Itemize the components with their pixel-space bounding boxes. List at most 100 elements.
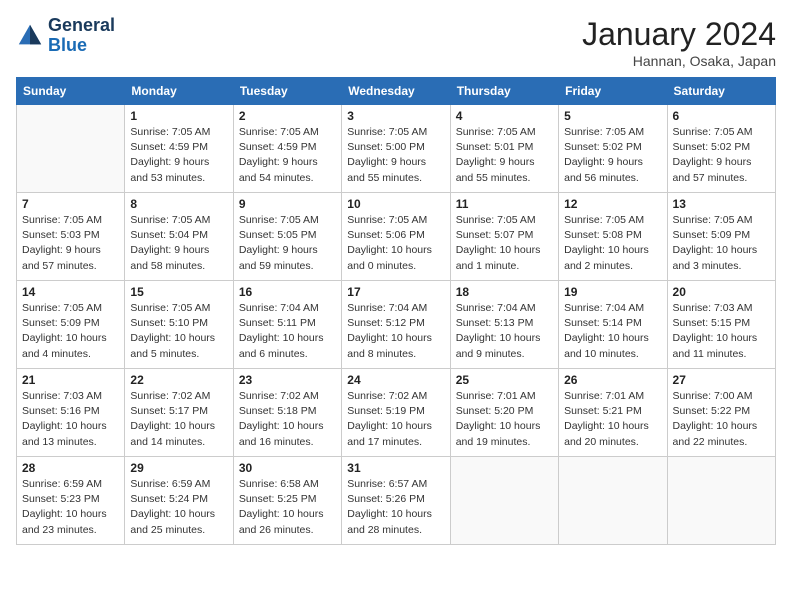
week-row-4: 21 Sunrise: 7:03 AM Sunset: 5:16 PM Dayli… bbox=[17, 369, 776, 457]
calendar-cell bbox=[17, 105, 125, 193]
day-number: 12 bbox=[564, 197, 661, 211]
calendar-cell: 28 Sunrise: 6:59 AM Sunset: 5:23 PM Dayli… bbox=[17, 457, 125, 545]
day-number: 6 bbox=[673, 109, 770, 123]
day-number: 20 bbox=[673, 285, 770, 299]
calendar-cell: 25Sunrise: 7:01 AM Sunset: 5:20 PM Dayli… bbox=[450, 369, 558, 457]
calendar-cell: 1 Sunrise: 7:05 AM Sunset: 4:59 PM Daylig… bbox=[125, 105, 233, 193]
day-info: Sunrise: 6:57 AM Sunset: 5:26 PM Dayligh… bbox=[347, 477, 444, 538]
day-info: Sunrise: 7:02 AM Sunset: 5:19 PM Dayligh… bbox=[347, 389, 444, 450]
col-header-thursday: Thursday bbox=[450, 78, 558, 105]
day-number: 21 bbox=[22, 373, 119, 387]
calendar-cell: 19 Sunrise: 7:04 AM Sunset: 5:14 PM Dayli… bbox=[559, 281, 667, 369]
calendar-cell: 30 Sunrise: 6:58 AM Sunset: 5:25 PM Dayli… bbox=[233, 457, 341, 545]
logo-icon bbox=[16, 22, 44, 50]
calendar-cell: 3 Sunrise: 7:05 AM Sunset: 5:00 PM Daylig… bbox=[342, 105, 450, 193]
logo-text-blue: Blue bbox=[48, 36, 115, 56]
calendar-cell: 16 Sunrise: 7:04 AM Sunset: 5:11 PM Dayli… bbox=[233, 281, 341, 369]
day-number: 3 bbox=[347, 109, 444, 123]
day-number: 11 bbox=[456, 197, 553, 211]
day-info: Sunrise: 7:05 AM Sunset: 5:08 PM Dayligh… bbox=[564, 213, 661, 274]
col-header-tuesday: Tuesday bbox=[233, 78, 341, 105]
week-row-2: 7Sunrise: 7:05 AM Sunset: 5:03 PM Daylig… bbox=[17, 193, 776, 281]
day-info: Sunrise: 7:04 AM Sunset: 5:13 PM Dayligh… bbox=[456, 301, 553, 362]
day-number: 1 bbox=[130, 109, 227, 123]
day-info: Sunrise: 7:05 AM Sunset: 4:59 PM Dayligh… bbox=[130, 125, 227, 186]
calendar-cell: 4Sunrise: 7:05 AM Sunset: 5:01 PM Daylig… bbox=[450, 105, 558, 193]
day-info: Sunrise: 7:05 AM Sunset: 5:05 PM Dayligh… bbox=[239, 213, 336, 274]
col-header-friday: Friday bbox=[559, 78, 667, 105]
day-info: Sunrise: 7:04 AM Sunset: 5:11 PM Dayligh… bbox=[239, 301, 336, 362]
day-info: Sunrise: 7:05 AM Sunset: 5:09 PM Dayligh… bbox=[22, 301, 119, 362]
day-number: 10 bbox=[347, 197, 444, 211]
calendar-cell: 5Sunrise: 7:05 AM Sunset: 5:02 PM Daylig… bbox=[559, 105, 667, 193]
day-number: 13 bbox=[673, 197, 770, 211]
day-info: Sunrise: 6:59 AM Sunset: 5:24 PM Dayligh… bbox=[130, 477, 227, 538]
day-number: 26 bbox=[564, 373, 661, 387]
calendar-cell: 9Sunrise: 7:05 AM Sunset: 5:05 PM Daylig… bbox=[233, 193, 341, 281]
logo-text-general: General bbox=[48, 16, 115, 36]
day-number: 29 bbox=[130, 461, 227, 475]
day-number: 23 bbox=[239, 373, 336, 387]
calendar-cell: 7Sunrise: 7:05 AM Sunset: 5:03 PM Daylig… bbox=[17, 193, 125, 281]
month-title: January 2024 bbox=[582, 16, 776, 53]
day-number: 31 bbox=[347, 461, 444, 475]
day-info: Sunrise: 7:02 AM Sunset: 5:18 PM Dayligh… bbox=[239, 389, 336, 450]
col-header-sunday: Sunday bbox=[17, 78, 125, 105]
calendar-cell: 8 Sunrise: 7:05 AM Sunset: 5:04 PM Daylig… bbox=[125, 193, 233, 281]
day-number: 16 bbox=[239, 285, 336, 299]
day-number: 14 bbox=[22, 285, 119, 299]
calendar-cell: 29 Sunrise: 6:59 AM Sunset: 5:24 PM Dayli… bbox=[125, 457, 233, 545]
day-info: Sunrise: 7:05 AM Sunset: 4:59 PM Dayligh… bbox=[239, 125, 336, 186]
day-number: 4 bbox=[456, 109, 553, 123]
day-number: 19 bbox=[564, 285, 661, 299]
day-info: Sunrise: 7:05 AM Sunset: 5:06 PM Dayligh… bbox=[347, 213, 444, 274]
calendar-table: SundayMondayTuesdayWednesdayThursdayFrid… bbox=[16, 77, 776, 545]
logo: General Blue bbox=[16, 16, 115, 56]
col-header-wednesday: Wednesday bbox=[342, 78, 450, 105]
calendar-cell: 2 Sunrise: 7:05 AM Sunset: 4:59 PM Daylig… bbox=[233, 105, 341, 193]
calendar-cell: 18Sunrise: 7:04 AM Sunset: 5:13 PM Dayli… bbox=[450, 281, 558, 369]
day-info: Sunrise: 7:05 AM Sunset: 5:10 PM Dayligh… bbox=[130, 301, 227, 362]
day-info: Sunrise: 7:05 AM Sunset: 5:09 PM Dayligh… bbox=[673, 213, 770, 274]
calendar-cell: 17 Sunrise: 7:04 AM Sunset: 5:12 PM Dayli… bbox=[342, 281, 450, 369]
calendar-cell bbox=[450, 457, 558, 545]
day-number: 17 bbox=[347, 285, 444, 299]
day-info: Sunrise: 7:05 AM Sunset: 5:07 PM Dayligh… bbox=[456, 213, 553, 274]
day-info: Sunrise: 7:05 AM Sunset: 5:02 PM Dayligh… bbox=[673, 125, 770, 186]
day-number: 2 bbox=[239, 109, 336, 123]
day-number: 22 bbox=[130, 373, 227, 387]
calendar-cell: 24 Sunrise: 7:02 AM Sunset: 5:19 PM Dayli… bbox=[342, 369, 450, 457]
calendar-cell bbox=[559, 457, 667, 545]
day-info: Sunrise: 6:58 AM Sunset: 5:25 PM Dayligh… bbox=[239, 477, 336, 538]
calendar-cell: 23 Sunrise: 7:02 AM Sunset: 5:18 PM Dayli… bbox=[233, 369, 341, 457]
calendar-cell: 13 Sunrise: 7:05 AM Sunset: 5:09 PM Dayli… bbox=[667, 193, 775, 281]
week-row-5: 28 Sunrise: 6:59 AM Sunset: 5:23 PM Dayli… bbox=[17, 457, 776, 545]
calendar-cell bbox=[667, 457, 775, 545]
col-header-saturday: Saturday bbox=[667, 78, 775, 105]
calendar-cell: 26 Sunrise: 7:01 AM Sunset: 5:21 PM Dayli… bbox=[559, 369, 667, 457]
day-info: Sunrise: 7:04 AM Sunset: 5:12 PM Dayligh… bbox=[347, 301, 444, 362]
day-number: 8 bbox=[130, 197, 227, 211]
calendar-cell: 15 Sunrise: 7:05 AM Sunset: 5:10 PM Dayli… bbox=[125, 281, 233, 369]
day-info: Sunrise: 7:05 AM Sunset: 5:04 PM Dayligh… bbox=[130, 213, 227, 274]
day-info: Sunrise: 7:03 AM Sunset: 5:16 PM Dayligh… bbox=[22, 389, 119, 450]
calendar-cell: 27Sunrise: 7:00 AM Sunset: 5:22 PM Dayli… bbox=[667, 369, 775, 457]
day-number: 27 bbox=[673, 373, 770, 387]
day-info: Sunrise: 7:01 AM Sunset: 5:20 PM Dayligh… bbox=[456, 389, 553, 450]
calendar-cell: 31 Sunrise: 6:57 AM Sunset: 5:26 PM Dayli… bbox=[342, 457, 450, 545]
day-number: 30 bbox=[239, 461, 336, 475]
day-info: Sunrise: 7:04 AM Sunset: 5:14 PM Dayligh… bbox=[564, 301, 661, 362]
day-number: 28 bbox=[22, 461, 119, 475]
day-number: 24 bbox=[347, 373, 444, 387]
calendar-cell: 20Sunrise: 7:03 AM Sunset: 5:15 PM Dayli… bbox=[667, 281, 775, 369]
calendar-cell: 6 Sunrise: 7:05 AM Sunset: 5:02 PM Daylig… bbox=[667, 105, 775, 193]
day-info: Sunrise: 6:59 AM Sunset: 5:23 PM Dayligh… bbox=[22, 477, 119, 538]
day-info: Sunrise: 7:05 AM Sunset: 5:00 PM Dayligh… bbox=[347, 125, 444, 186]
week-row-3: 14 Sunrise: 7:05 AM Sunset: 5:09 PM Dayli… bbox=[17, 281, 776, 369]
day-info: Sunrise: 7:05 AM Sunset: 5:03 PM Dayligh… bbox=[22, 213, 119, 274]
calendar-cell: 10 Sunrise: 7:05 AM Sunset: 5:06 PM Dayli… bbox=[342, 193, 450, 281]
calendar-cell: 14 Sunrise: 7:05 AM Sunset: 5:09 PM Dayli… bbox=[17, 281, 125, 369]
calendar-cell: 12 Sunrise: 7:05 AM Sunset: 5:08 PM Dayli… bbox=[559, 193, 667, 281]
day-number: 15 bbox=[130, 285, 227, 299]
day-info: Sunrise: 7:01 AM Sunset: 5:21 PM Dayligh… bbox=[564, 389, 661, 450]
